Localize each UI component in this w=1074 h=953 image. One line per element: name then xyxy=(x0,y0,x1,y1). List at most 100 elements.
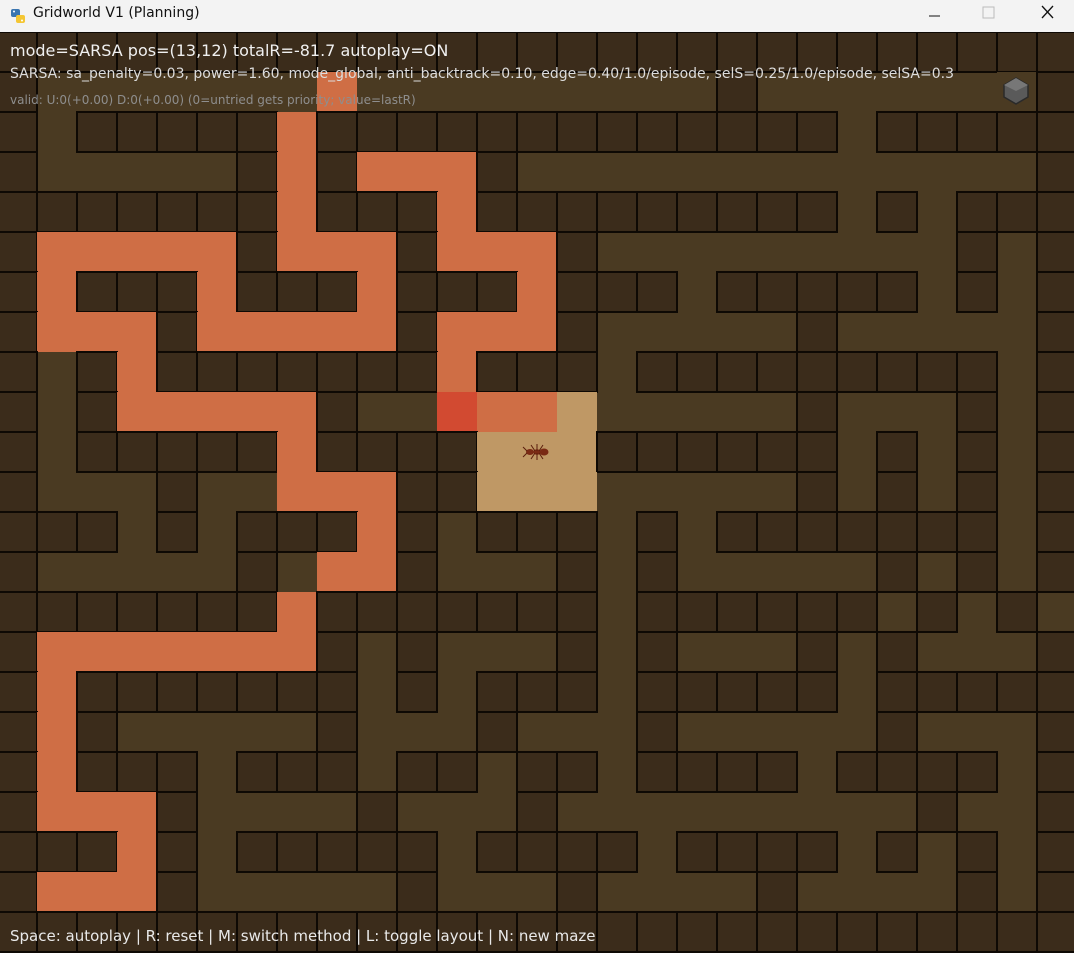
wall-cell xyxy=(0,231,38,273)
wall-cell xyxy=(1036,671,1074,713)
wall-cell xyxy=(316,391,358,433)
wall-cell xyxy=(156,431,198,473)
wall-cell xyxy=(876,191,918,233)
wall-cell xyxy=(236,191,278,233)
wall-cell xyxy=(76,271,118,313)
maximize-button[interactable] xyxy=(961,0,1015,32)
close-button[interactable] xyxy=(1020,0,1074,32)
wall-cell xyxy=(236,551,278,593)
path-cell xyxy=(237,632,277,672)
path-cell xyxy=(237,312,277,352)
path-cell xyxy=(77,792,117,832)
wall-cell xyxy=(676,191,718,233)
path-cell xyxy=(357,152,397,192)
path-cell xyxy=(517,392,557,432)
path-cell xyxy=(37,232,77,272)
wall-cell xyxy=(916,351,958,393)
wall-cell xyxy=(476,591,518,633)
wall-cell xyxy=(116,431,158,473)
wall-cell xyxy=(316,511,358,553)
wall-cell xyxy=(676,431,718,473)
wall-cell xyxy=(636,271,678,313)
wall-cell xyxy=(276,751,318,793)
path-cell xyxy=(317,552,357,592)
path-cell xyxy=(37,672,77,712)
wall-cell xyxy=(756,431,798,473)
wall-cell xyxy=(956,111,998,153)
wall-cell xyxy=(1036,111,1074,153)
wall-cell xyxy=(516,591,558,633)
game-canvas[interactable]: mode=SARSA pos=(13,12) totalR=-81.7 auto… xyxy=(0,32,1074,953)
path-cell xyxy=(197,232,237,272)
wall-cell xyxy=(316,591,358,633)
path-cell xyxy=(77,312,117,352)
path-cell xyxy=(117,872,157,912)
wall-cell xyxy=(556,271,598,313)
minimize-button[interactable] xyxy=(907,0,961,32)
path-cell xyxy=(437,312,477,352)
wall-cell xyxy=(36,511,78,553)
path-cell xyxy=(357,472,397,512)
wall-cell xyxy=(916,751,958,793)
wall-cell xyxy=(916,671,958,713)
path-cell xyxy=(117,632,157,672)
wall-cell xyxy=(556,551,598,593)
path-cell xyxy=(117,312,157,352)
wall-cell xyxy=(756,591,798,633)
path-cell xyxy=(77,632,117,672)
wall-cell xyxy=(716,271,758,313)
minimize-icon xyxy=(929,15,940,17)
wall-cell xyxy=(0,111,38,153)
path-cell xyxy=(357,272,397,312)
wall-cell xyxy=(316,751,358,793)
wall-cell xyxy=(316,351,358,393)
wall-cell xyxy=(716,511,758,553)
wall-cell xyxy=(756,871,798,913)
wall-cell xyxy=(636,911,678,953)
wall-cell xyxy=(636,511,678,553)
path-cell xyxy=(37,712,77,752)
wall-cell xyxy=(636,671,678,713)
wall-cell xyxy=(76,191,118,233)
path-cell xyxy=(157,392,197,432)
wall-cell xyxy=(276,511,318,553)
wall-cell xyxy=(716,591,758,633)
path-cell xyxy=(117,392,157,432)
wall-cell xyxy=(916,511,958,553)
wall-cell xyxy=(36,591,78,633)
wall-cell xyxy=(356,791,398,833)
window-title: Gridworld V1 (Planning) xyxy=(33,5,200,21)
wall-cell xyxy=(996,911,1038,953)
wall-cell xyxy=(236,511,278,553)
wall-cell xyxy=(396,551,438,593)
wall-cell xyxy=(76,711,118,753)
wall-cell xyxy=(436,431,478,473)
wall-cell xyxy=(516,511,558,553)
wall-cell xyxy=(0,311,38,353)
wall-cell xyxy=(516,671,558,713)
hud-params-line: SARSA: sa_penalty=0.03, power=1.60, mode… xyxy=(10,66,954,82)
wall-cell xyxy=(1036,511,1074,553)
path-cell xyxy=(197,272,237,312)
wall-cell xyxy=(556,591,598,633)
path-cell xyxy=(317,312,357,352)
wall-cell xyxy=(996,671,1038,713)
wall-cell xyxy=(996,32,1038,73)
wall-cell xyxy=(876,831,918,873)
wall-cell xyxy=(396,271,438,313)
wall-cell xyxy=(1036,351,1074,393)
wall-cell xyxy=(0,551,38,593)
wall-cell xyxy=(436,751,478,793)
wall-cell xyxy=(1036,71,1074,113)
wall-cell xyxy=(596,911,638,953)
wall-cell xyxy=(0,391,38,433)
wall-cell xyxy=(716,111,758,153)
wall-cell xyxy=(476,111,518,153)
wall-cell xyxy=(1036,151,1074,193)
wall-cell xyxy=(956,271,998,313)
wall-cell xyxy=(956,751,998,793)
path-cell xyxy=(37,752,77,792)
wall-cell xyxy=(476,151,518,193)
wall-cell xyxy=(396,111,438,153)
wall-cell xyxy=(756,671,798,713)
